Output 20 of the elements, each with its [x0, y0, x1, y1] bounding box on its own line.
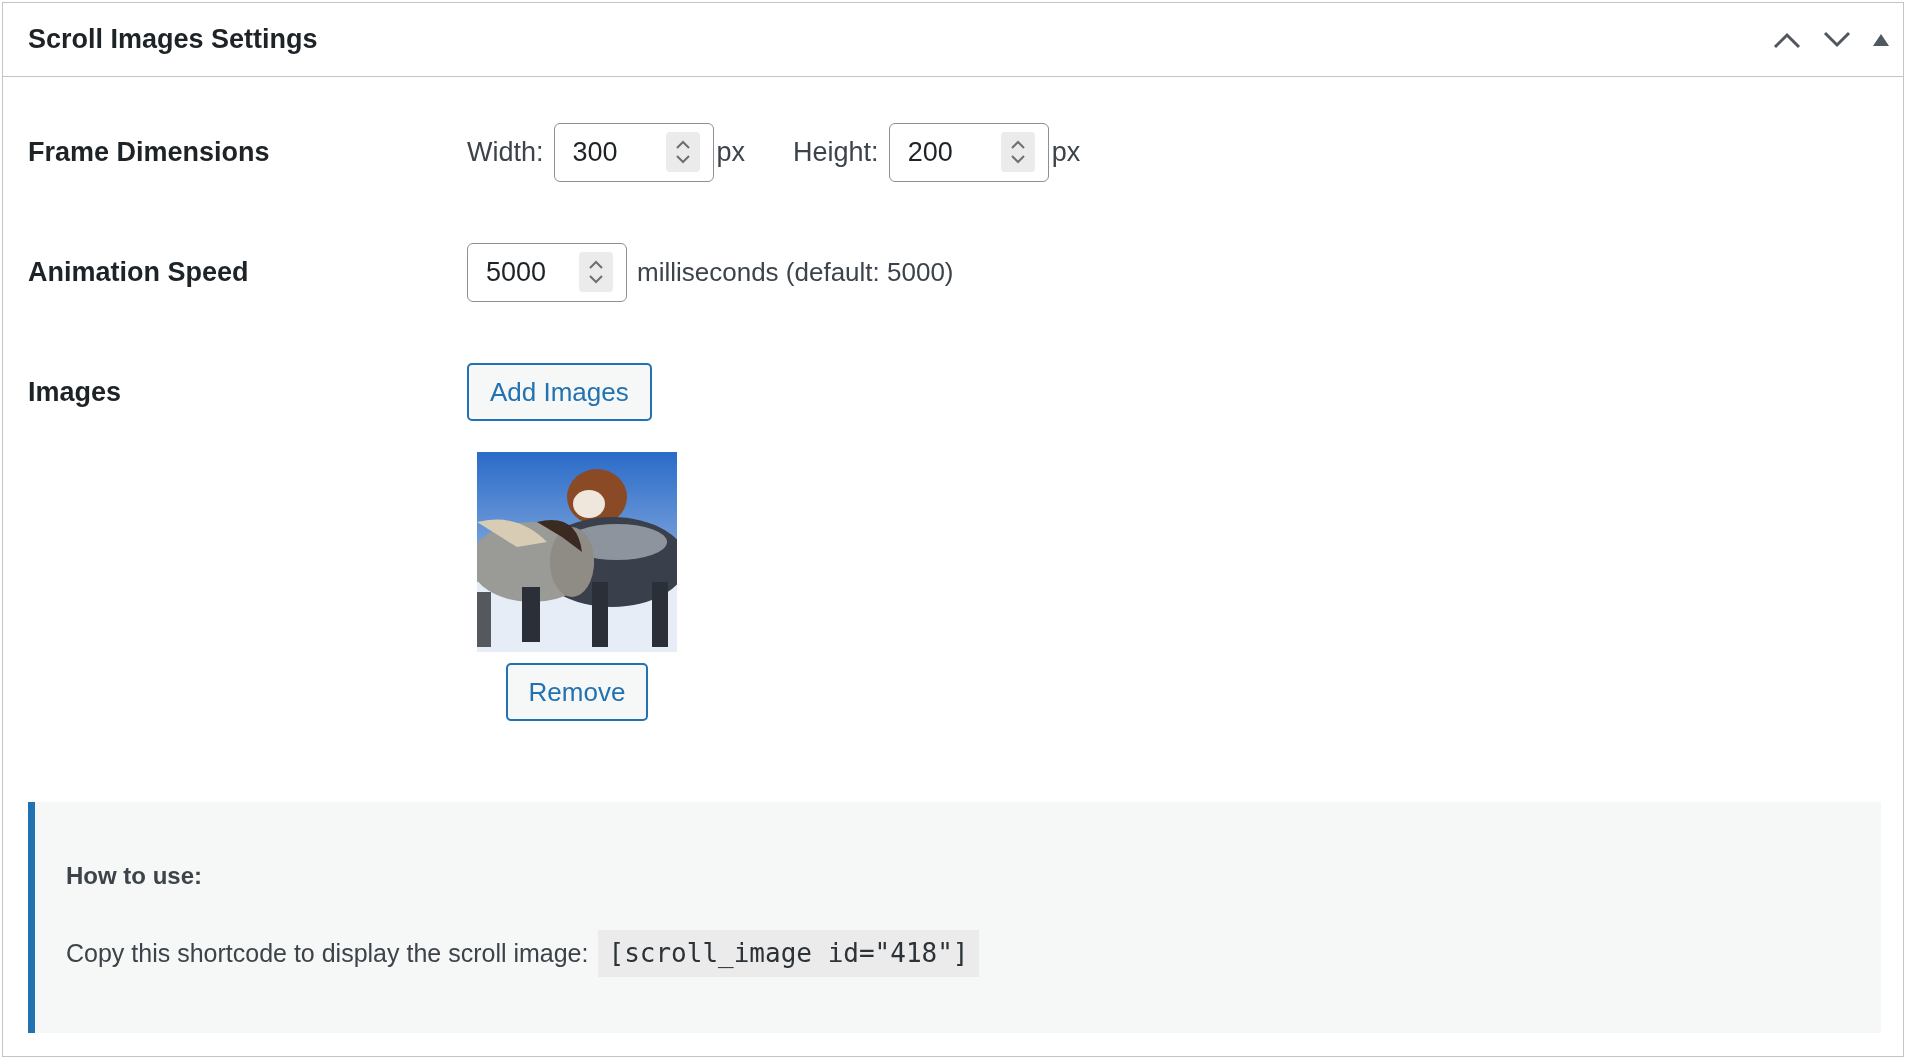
shortcode: [scroll_image id="418"]: [598, 930, 979, 977]
field-label: Animation Speed: [28, 256, 250, 290]
field-label: Height:: [793, 136, 879, 170]
add-images-button[interactable]: Add Images: [467, 363, 652, 421]
unit-label: px: [716, 136, 746, 170]
spinner-icon[interactable]: [1000, 132, 1035, 172]
field-label: Width:: [467, 136, 544, 170]
field-label: Images: [28, 376, 123, 410]
field-label: Frame Dimensions: [28, 136, 271, 170]
field-hint: milliseconds (default: 5000): [637, 256, 954, 289]
unit-label: px: [1051, 136, 1081, 170]
spinner-icon[interactable]: [579, 252, 613, 292]
move-up-icon[interactable]: [1773, 30, 1801, 49]
panel-title: Scroll Images Settings: [28, 23, 318, 57]
remove-button[interactable]: Remove: [505, 663, 649, 721]
help-heading: How to use:: [66, 861, 203, 891]
spinner-icon[interactable]: [665, 132, 700, 172]
collapse-icon[interactable]: [1873, 33, 1889, 46]
move-down-icon[interactable]: [1823, 30, 1851, 49]
help-text: Copy this shortcode to display the scroll image:: [66, 937, 589, 969]
